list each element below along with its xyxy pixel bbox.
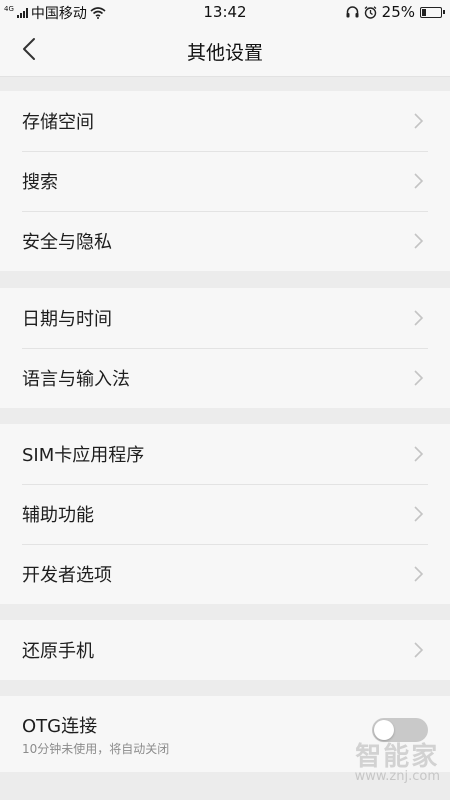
settings-item-label: 日期与时间 xyxy=(22,309,112,330)
settings-item-label: 辅助功能 xyxy=(22,505,94,526)
settings-item-label: SIM卡应用程序 xyxy=(22,445,145,466)
watermark-url: www.znj.com xyxy=(354,769,440,784)
chevron-right-icon xyxy=(414,310,424,326)
watermark-logo: 智能家 xyxy=(355,742,440,772)
settings-group-storage: 存储空间 搜索 安全与隐私 xyxy=(0,91,450,271)
chevron-right-icon xyxy=(414,642,424,658)
settings-item-label: 还原手机 xyxy=(22,641,94,662)
settings-item-language-input[interactable]: 语言与输入法 xyxy=(0,348,450,408)
chevron-right-icon xyxy=(414,370,424,386)
watermark: 智能家 www.znj.com xyxy=(355,736,440,784)
otg-subtitle: 10分钟未使用，将自动关闭 xyxy=(22,742,170,756)
page-title: 其他设置 xyxy=(186,42,263,64)
status-bar: 4G 中国移动 13:42 25% xyxy=(0,0,450,24)
nav-bar: 其他设置 xyxy=(0,24,450,77)
settings-item-developer-options[interactable]: 开发者选项 xyxy=(0,544,450,604)
settings-item-security-privacy[interactable]: 安全与隐私 xyxy=(0,211,450,271)
settings-item-storage[interactable]: 存储空间 xyxy=(0,91,450,151)
chevron-right-icon xyxy=(414,233,424,249)
settings-item-date-time[interactable]: 日期与时间 xyxy=(0,288,450,348)
status-right: 25% xyxy=(346,3,445,21)
settings-item-search[interactable]: 搜索 xyxy=(0,151,450,211)
chevron-right-icon xyxy=(414,566,424,582)
settings-group-datetime: 日期与时间 语言与输入法 xyxy=(0,288,450,408)
settings-item-accessibility[interactable]: 辅助功能 xyxy=(0,484,450,544)
chevron-right-icon xyxy=(414,113,424,129)
otg-title: OTG连接 xyxy=(22,716,98,737)
settings-item-label: 开发者选项 xyxy=(22,565,112,586)
battery-level-fill xyxy=(422,8,426,16)
chevron-right-icon xyxy=(414,506,424,522)
chevron-right-icon xyxy=(414,173,424,189)
battery-icon xyxy=(420,6,445,18)
settings-group-reset: 还原手机 xyxy=(0,620,450,680)
settings-item-label: 语言与输入法 xyxy=(22,369,130,390)
battery-percent: 25% xyxy=(381,3,415,21)
settings-item-reset-phone[interactable]: 还原手机 xyxy=(0,620,450,680)
settings-item-label: 安全与隐私 xyxy=(22,232,112,253)
settings-item-label: 搜索 xyxy=(22,172,58,193)
headphones-icon xyxy=(346,6,359,18)
settings-group-system: SIM卡应用程序 辅助功能 开发者选项 xyxy=(0,424,450,604)
settings-item-sim-apps[interactable]: SIM卡应用程序 xyxy=(0,424,450,484)
settings-item-label: 存储空间 xyxy=(22,112,94,133)
alarm-icon xyxy=(364,5,377,19)
chevron-right-icon xyxy=(414,446,424,462)
